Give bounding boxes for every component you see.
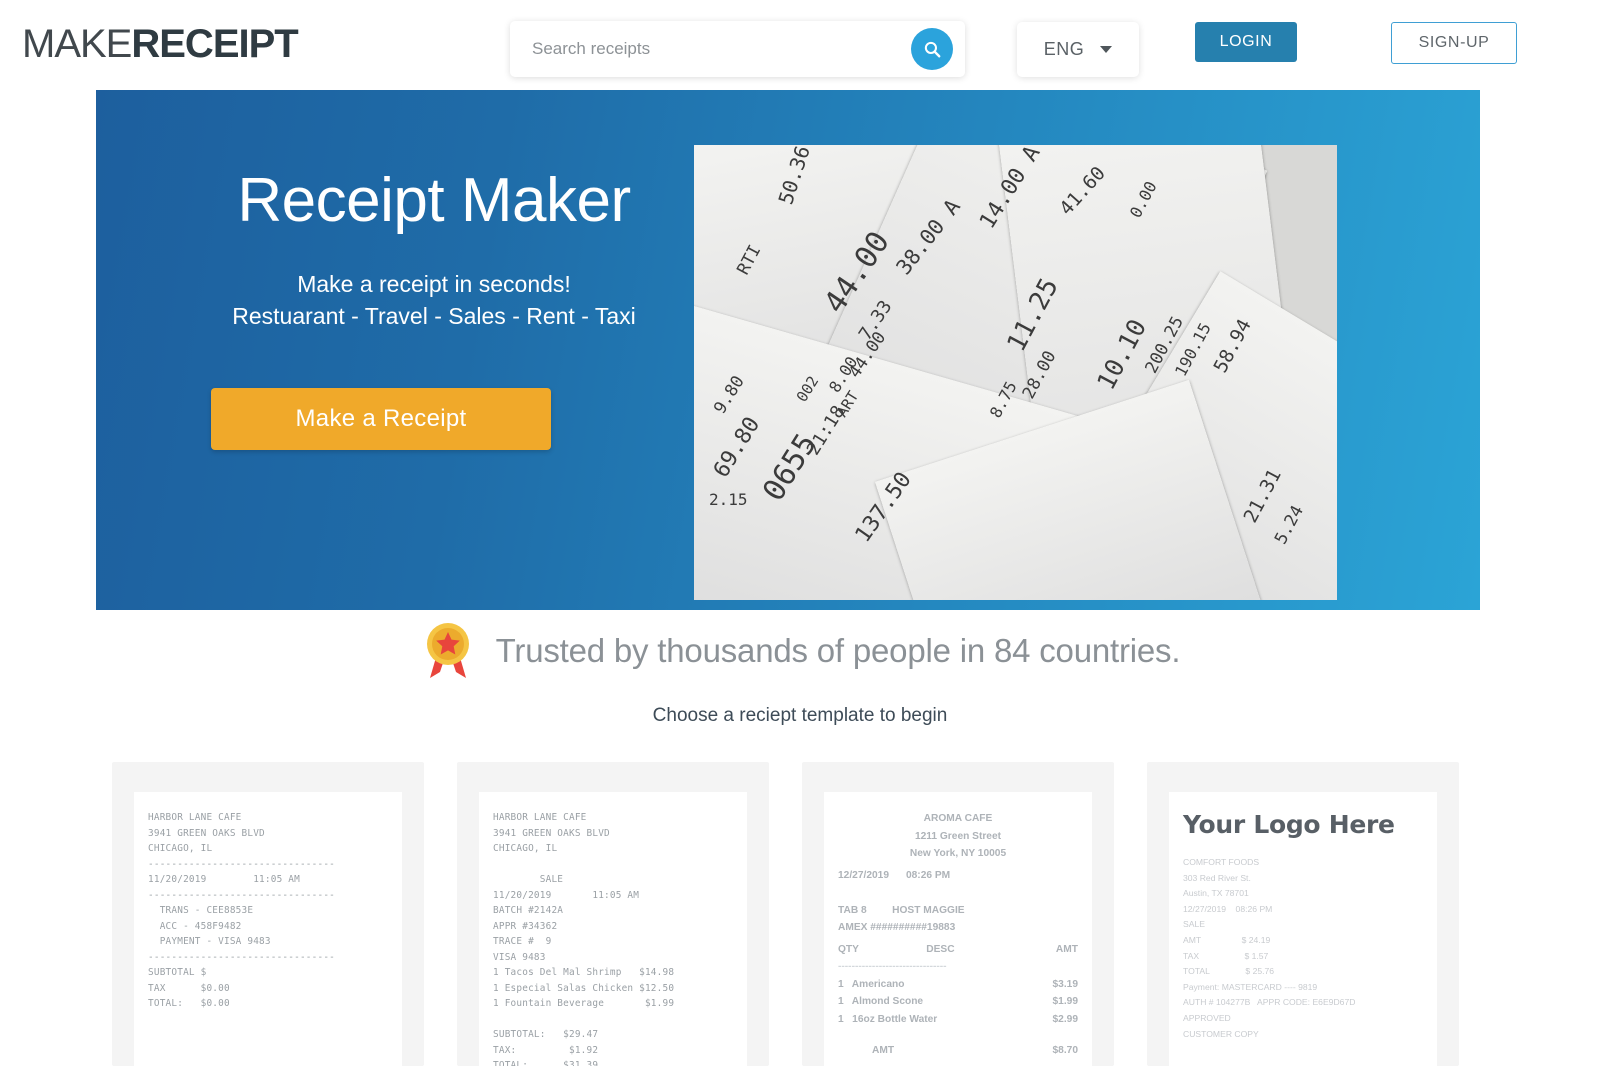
column-header: AMT [1055, 943, 1078, 955]
item-desc: 1 Almond Scone [838, 996, 924, 1007]
template-card-aroma-cafe[interactable]: AROMA CAFE 1211 Green Street New York, N… [802, 762, 1114, 1066]
medal-rosette-icon [420, 620, 476, 682]
hero-subtitle-line2: Restuarant - Travel - Sales - Rent - Tax… [232, 303, 636, 329]
hero-subtitle: Make a receipt in seconds! Restuarant - … [174, 268, 694, 332]
column-header: QTY [838, 943, 859, 955]
receipts-photo: 50.36 14.00 A 38.00 A 44.00 7.33 44.00 0… [694, 145, 1337, 600]
table-row: 1 Americano $3.19 [838, 976, 1078, 994]
receipt-preview: Your Logo Here COMFORT FOODS 303 Red Riv… [1169, 792, 1437, 1066]
receipt-logo-placeholder: Your Logo Here [1183, 810, 1395, 839]
item-desc: 1 16oz Bottle Water [838, 1013, 938, 1025]
receipt-body: COMFORT FOODS 303 Red River St. Austin, … [1183, 857, 1356, 1039]
total-value: $8.70 [1052, 1045, 1079, 1056]
receipt-meta: 12/27/2019 08:26 PM TAB 8 HOST MAGGIE AM… [838, 869, 965, 934]
item-amount: $2.99 [1052, 1013, 1079, 1025]
receipt-total: AMT $8.70 [838, 1042, 1078, 1060]
trust-banner: Trusted by thousands of people in 84 cou… [0, 612, 1600, 690]
template-card-harbor-lane-cafe[interactable]: HARBOR LANE CAFE 3941 GREEN OAKS BLVD CH… [112, 762, 424, 1066]
search-bar [510, 21, 965, 77]
item-desc: 1 Americano [838, 978, 905, 990]
hero-subtitle-line1: Make a receipt in seconds! [297, 271, 571, 297]
signup-button[interactable]: SIGN-UP [1391, 22, 1517, 64]
template-card-your-logo-here[interactable]: Your Logo Here COMFORT FOODS 303 Red Riv… [1147, 762, 1459, 1066]
language-label: ENG [1043, 39, 1085, 59]
templates-heading: Choose a reciept template to begin [652, 705, 948, 726]
login-button[interactable]: LOGIN [1195, 22, 1297, 62]
search-input[interactable] [510, 21, 911, 77]
table-row: 1 16oz Bottle Water $2.99 [838, 1011, 1078, 1029]
receipt-body: HARBOR LANE CAFE 3941 GREEN OAKS BLVD CH… [148, 812, 336, 1009]
site-logo[interactable]: MAKERECEIPT [22, 22, 299, 67]
receipt-header: AROMA CAFE 1211 Green Street New York, N… [909, 813, 1007, 859]
template-cards: HARBOR LANE CAFE 3941 GREEN OAKS BLVD CH… [112, 762, 1532, 1066]
logo-text-receipt: RECEIPT [131, 22, 298, 66]
receipt-preview: AROMA CAFE 1211 Green Street New York, N… [824, 792, 1092, 1066]
search-icon [924, 41, 940, 57]
make-a-receipt-button[interactable]: Make a Receipt [211, 388, 551, 450]
item-amount: $1.99 [1052, 996, 1079, 1007]
search-button[interactable] [911, 28, 953, 70]
hero-title: Receipt Maker [237, 166, 631, 235]
site-header: MAKERECEIPT ENG LOGIN SIGN-UP [0, 0, 1600, 90]
language-selector[interactable]: ENG [1017, 22, 1139, 77]
trust-text: Trusted by thousands of people in 84 cou… [495, 632, 1181, 669]
receipt-items-table: QTY DESC AMT ------------------------------… [838, 941, 1078, 1060]
table-row: 1 Almond Scone $1.99 [838, 993, 1078, 1011]
table-header: QTY DESC AMT [838, 941, 1078, 959]
total-label: AMT [872, 1045, 895, 1056]
column-header: DESC [926, 943, 955, 955]
receipt-preview: HARBOR LANE CAFE 3941 GREEN OAKS BLVD CH… [479, 792, 747, 1066]
chevron-down-icon [1100, 46, 1113, 53]
divider: -------------------------------- [838, 961, 947, 972]
receipt-body: HARBOR LANE CAFE 3941 GREEN OAKS BLVD CH… [493, 812, 675, 1066]
template-card-harbor-lane-itemized[interactable]: HARBOR LANE CAFE 3941 GREEN OAKS BLVD CH… [457, 762, 769, 1066]
item-amount: $3.19 [1052, 978, 1079, 990]
receipt-preview: HARBOR LANE CAFE 3941 GREEN OAKS BLVD CH… [134, 792, 402, 1066]
hero-banner: Receipt Maker Make a receipt in seconds!… [96, 90, 1480, 610]
logo-text-make: MAKE [22, 22, 132, 66]
